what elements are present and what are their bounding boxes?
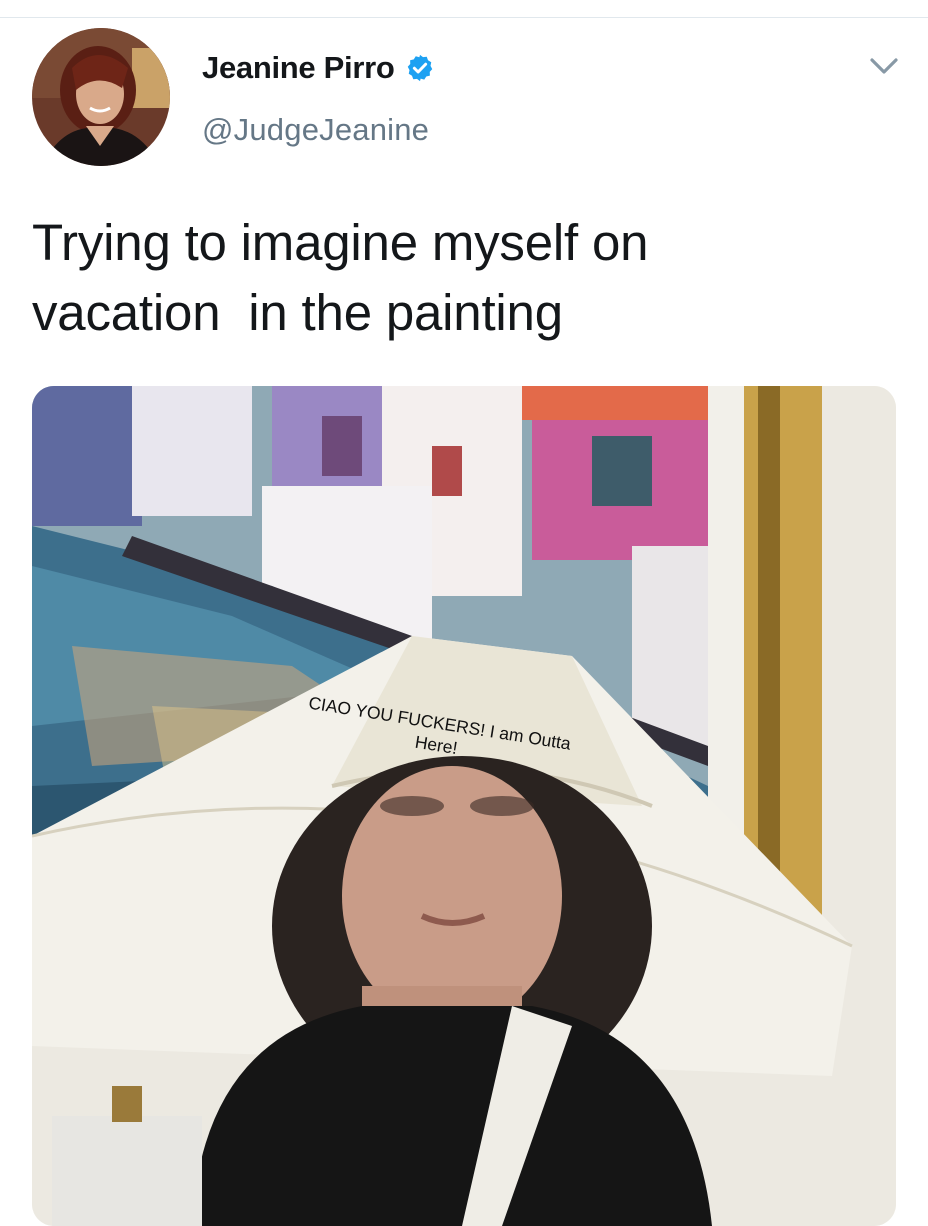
author-avatar[interactable] <box>32 28 170 166</box>
verified-badge-icon <box>407 54 432 82</box>
tweet-text: Trying to imagine myself on vacation in … <box>32 214 649 341</box>
photo-woman-lampshade-hat-painting <box>32 386 896 1226</box>
author-name-row: Jeanine Pirro <box>202 48 435 88</box>
chevron-down-icon[interactable] <box>868 52 900 80</box>
author-handle[interactable]: @JudgeJeanine <box>202 112 429 148</box>
tweet-media-photo[interactable]: CIAO YOU FUCKERS! I am Outta Here! <box>32 386 896 1226</box>
top-divider <box>0 17 928 18</box>
author-display-name[interactable]: Jeanine Pirro <box>202 50 395 86</box>
